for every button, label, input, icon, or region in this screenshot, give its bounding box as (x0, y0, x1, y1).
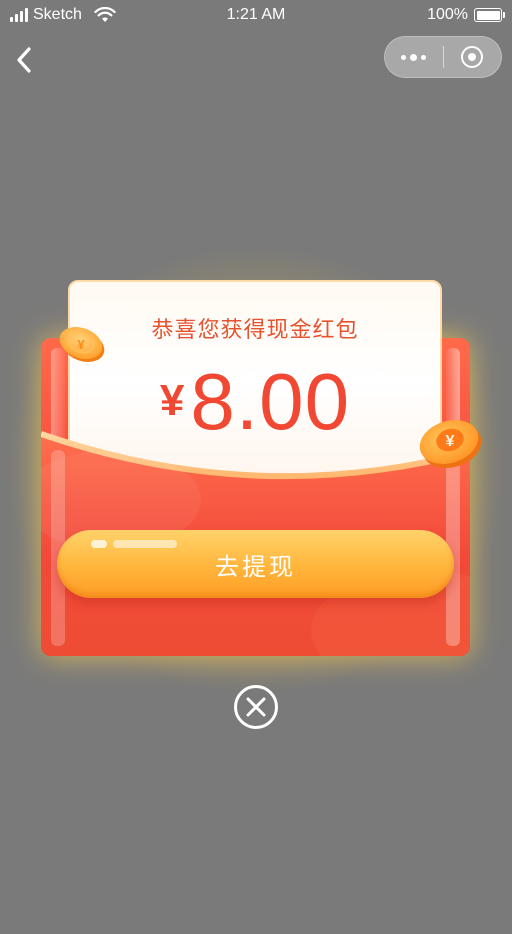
red-packet-screen: Sketch 1:21 AM 100% 恭喜您获得现金红包 ¥8.00 去提现 … (0, 0, 512, 934)
currency-symbol: ¥ (159, 376, 185, 425)
button-highlight (91, 540, 107, 548)
more-dots-icon (401, 53, 427, 61)
withdraw-button[interactable]: 去提现 (57, 530, 454, 598)
status-right: 100% (427, 6, 505, 24)
battery-level (476, 10, 500, 20)
mini-program-capsule (384, 36, 502, 78)
exit-mini-program-button[interactable] (443, 37, 501, 77)
reward-title: 恭喜您获得现金红包 (151, 318, 359, 343)
battery-icon (474, 8, 505, 22)
withdraw-button-label: 去提现 (215, 552, 296, 581)
more-button[interactable] (385, 37, 443, 77)
chevron-left-icon (17, 47, 31, 73)
back-button[interactable] (8, 40, 40, 80)
coin-symbol: ¥ (77, 337, 85, 352)
coin-icon: ¥ (59, 327, 105, 362)
status-bar: Sketch 1:21 AM 100% (0, 0, 512, 30)
button-highlight (113, 540, 177, 548)
coin-icon: ¥ (419, 419, 482, 469)
target-icon (461, 46, 484, 68)
coin-symbol: ¥ (446, 433, 455, 450)
close-circle-icon[interactable] (233, 684, 279, 730)
battery-percentage: 100% (427, 6, 468, 23)
